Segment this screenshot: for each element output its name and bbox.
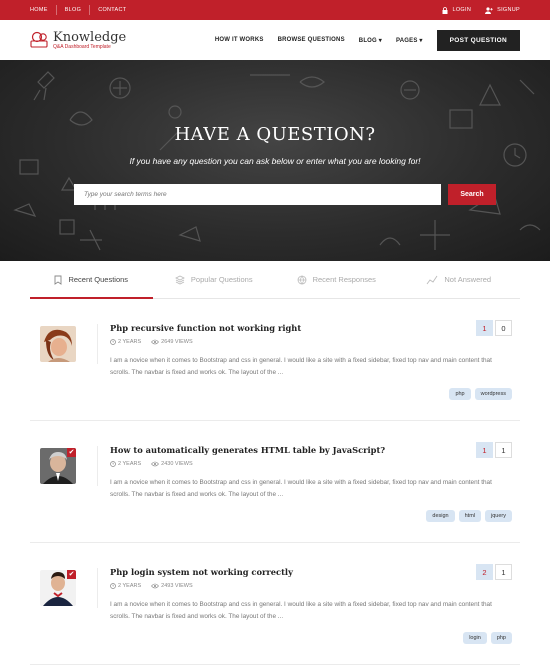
question-excerpt: I am a novice when it comes to Bootstrap… xyxy=(110,357,492,376)
login-label: LOGIN xyxy=(452,7,472,13)
question-item: ✔ How to automatically generates HTML ta… xyxy=(30,421,520,543)
nav-blog[interactable]: BLOG ▾ xyxy=(359,37,382,44)
question-age: 2 YEARS xyxy=(118,339,142,345)
blog-link[interactable]: BLOG xyxy=(57,5,91,15)
question-meta: 2 YEARS 2493 VIEWS xyxy=(110,583,193,589)
tab-popular-questions[interactable]: Popular Questions xyxy=(153,261,276,298)
nav-pages[interactable]: PAGES ▾ xyxy=(396,37,423,44)
answer-count[interactable]: 1 xyxy=(495,442,512,458)
auth-links: LOGIN SIGNUP xyxy=(442,6,520,14)
question-tags: design html jquery xyxy=(426,510,512,522)
question-excerpt: I am a novice when it comes to Bootstrap… xyxy=(110,479,492,498)
logo-name: Knowledge xyxy=(53,29,127,45)
logo-icon xyxy=(30,31,48,48)
vote-count[interactable]: 1 xyxy=(476,320,493,336)
nav-how-it-works[interactable]: HOW IT WORKS xyxy=(215,37,264,43)
tag[interactable]: wordpress xyxy=(474,388,512,400)
question-views: 2649 VIEWS xyxy=(161,339,193,345)
logo[interactable]: Knowledge Q&A Dashboard Template xyxy=(30,31,126,50)
question-tags: login php xyxy=(463,632,512,644)
tab-label: Recent Questions xyxy=(68,275,129,284)
signup-link[interactable]: SIGNUP xyxy=(485,6,520,14)
vote-count[interactable]: 2 xyxy=(476,564,493,580)
question-stats: 1 1 xyxy=(476,442,512,458)
avatar[interactable]: ✔ xyxy=(40,570,76,606)
question-tabs: Recent Questions Popular Questions Recen… xyxy=(30,261,520,299)
eye-icon xyxy=(151,461,160,467)
question-tags: php wordpress xyxy=(449,388,512,400)
login-link[interactable]: LOGIN xyxy=(442,6,472,14)
hero-subtitle: If you have any question you can ask bel… xyxy=(129,156,421,166)
contact-link[interactable]: CONTACT xyxy=(90,5,134,15)
question-item: Php recursive function not working right… xyxy=(30,299,520,421)
tag[interactable]: login xyxy=(463,632,487,644)
site-header: Knowledge Q&A Dashboard Template HOW IT … xyxy=(0,20,550,60)
tab-label: Recent Responses xyxy=(312,275,376,284)
tag[interactable]: design xyxy=(426,510,455,522)
question-item: ✔ Php login system not working correctly… xyxy=(30,543,520,665)
top-links: HOME BLOG CONTACT xyxy=(30,5,134,15)
vote-count[interactable]: 1 xyxy=(476,442,493,458)
tab-recent-responses[interactable]: Recent Responses xyxy=(275,261,398,298)
clock-icon xyxy=(110,583,116,589)
hero-banner: HAVE A QUESTION? If you have any questio… xyxy=(0,60,550,261)
logo-tagline: Q&A Dashboard Template xyxy=(53,43,111,50)
tab-label: Not Answered xyxy=(444,275,492,284)
question-title[interactable]: How to automatically generates HTML tabl… xyxy=(110,445,385,455)
user-plus-icon xyxy=(485,6,493,14)
layers-icon xyxy=(174,275,185,284)
lock-icon xyxy=(442,6,448,14)
question-meta: 2 YEARS 2430 VIEWS xyxy=(110,461,193,467)
main-nav: HOW IT WORKS BROWSE QUESTIONS BLOG ▾ PAG… xyxy=(215,29,520,51)
tab-label: Popular Questions xyxy=(190,275,253,284)
question-title[interactable]: Php login system not working correctly xyxy=(110,567,293,577)
check-icon: ✔ xyxy=(67,448,76,457)
question-title[interactable]: Php recursive function not working right xyxy=(110,323,301,333)
avatar[interactable] xyxy=(40,326,76,362)
home-link[interactable]: HOME xyxy=(30,5,57,15)
avatar-photo xyxy=(40,326,76,362)
avatar[interactable]: ✔ xyxy=(40,448,76,484)
post-question-button[interactable]: POST QUESTION xyxy=(436,29,520,51)
question-stats: 1 0 xyxy=(476,320,512,336)
globe-icon xyxy=(297,275,306,285)
search-button[interactable]: Search xyxy=(448,184,496,205)
answer-count[interactable]: 0 xyxy=(495,320,512,336)
clock-icon xyxy=(110,461,116,467)
answer-count[interactable]: 1 xyxy=(495,564,512,580)
bookmark-icon xyxy=(54,275,62,285)
tag[interactable]: html xyxy=(458,510,482,522)
check-icon: ✔ xyxy=(67,570,76,579)
eye-icon xyxy=(151,339,160,345)
clock-icon xyxy=(110,339,116,345)
tag[interactable]: jquery xyxy=(485,510,512,522)
hero-title: HAVE A QUESTION? xyxy=(174,124,376,145)
top-bar: HOME BLOG CONTACT LOGIN SIGNUP xyxy=(0,0,550,20)
question-meta: 2 YEARS 2649 VIEWS xyxy=(110,339,193,345)
eye-icon xyxy=(151,583,160,589)
tab-recent-questions[interactable]: Recent Questions xyxy=(30,261,153,298)
tag[interactable]: php xyxy=(449,388,471,400)
question-excerpt: I am a novice when it comes to Bootstrap… xyxy=(110,601,492,620)
question-age: 2 YEARS xyxy=(118,583,142,589)
trend-icon xyxy=(427,275,438,284)
tab-not-answered[interactable]: Not Answered xyxy=(398,261,521,298)
signup-label: SIGNUP xyxy=(497,7,520,13)
question-views: 2430 VIEWS xyxy=(161,461,193,467)
nav-browse-questions[interactable]: BROWSE QUESTIONS xyxy=(278,37,345,43)
tag[interactable]: php xyxy=(490,632,512,644)
question-views: 2493 VIEWS xyxy=(161,583,193,589)
question-stats: 2 1 xyxy=(476,564,512,580)
question-age: 2 YEARS xyxy=(118,461,142,467)
search-input[interactable] xyxy=(74,184,441,205)
